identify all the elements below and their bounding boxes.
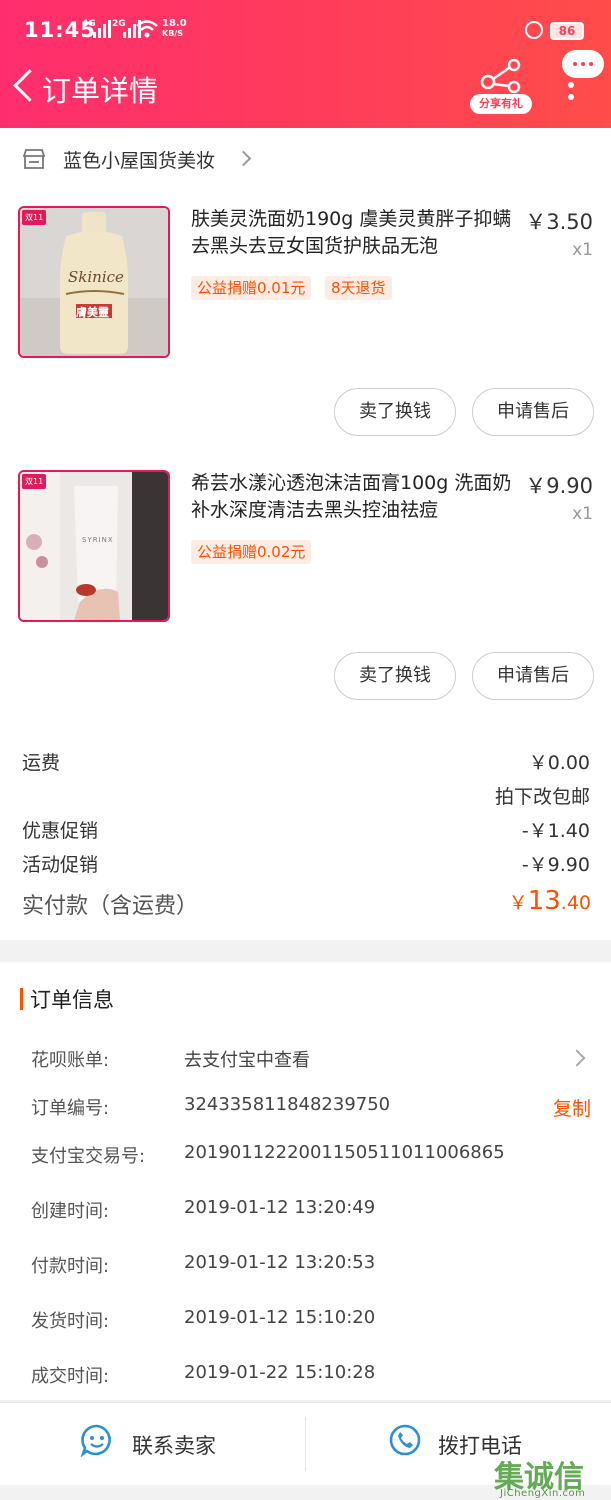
event-row: 活动促销 -￥9.90 (22, 850, 590, 880)
paid-time-row: 付款时间: 2019-01-12 13:20:53 (31, 1252, 591, 1282)
double11-tag: 双11 (22, 210, 47, 225)
product-price: ￥3.50 (525, 210, 593, 234)
order-info-card: 订单信息 花呗账单: 去支付宝中查看 订单编号: 324335811848239… (0, 962, 611, 1400)
order-card: 蓝色小屋国货美妆 双11 Skinice 膚美靈 肤美灵洗面奶190g 虞美灵黄… (0, 128, 611, 940)
shipping-row: 运费 ￥0.00 (22, 748, 590, 778)
info-label: 支付宝交易号: (31, 1146, 146, 1167)
total-decimal: .40 (560, 892, 591, 914)
info-value: 2019-01-22 15:10:28 (184, 1362, 376, 1383)
product-image-text: Skinice (68, 268, 124, 286)
resell-button[interactable]: 卖了换钱 (334, 388, 456, 436)
product-quantity: x1 (572, 240, 593, 260)
shop-icon (22, 149, 46, 169)
info-value: 2019-01-12 13:20:49 (184, 1197, 376, 1218)
event-label: 活动促销 (22, 854, 99, 876)
info-label: 付款时间: (31, 1256, 110, 1277)
product-image-brand: 膚美靈 (76, 306, 109, 319)
shipped-time-row: 发货时间: 2019-01-12 15:10:20 (31, 1307, 591, 1337)
info-value: 去支付宝中查看 (184, 1050, 310, 1071)
order-number-row: 订单编号: 324335811848239750 复制 (31, 1094, 591, 1124)
info-label: 创建时间: (31, 1201, 110, 1222)
completed-time-row: 成交时间: 2019-01-22 15:10:28 (31, 1362, 591, 1392)
double11-tag: 双11 (22, 474, 47, 489)
created-time-row: 创建时间: 2019-01-12 13:20:49 (31, 1197, 591, 1227)
product-quantity: x1 (572, 504, 593, 524)
product-title[interactable]: 希芸水漾沁透泡沫洁面膏100g 洗面奶补水深度清洁去黑头控油祛痘 (191, 470, 517, 524)
info-value: 2019011222001150511011006865 (184, 1142, 505, 1163)
product-thumbnail[interactable]: 双11 Skinice 膚美靈 (18, 206, 170, 358)
message-bubble-icon (562, 50, 604, 78)
total-label: 实付款（含运费） (22, 894, 199, 919)
alarm-icon (525, 21, 543, 39)
battery-indicator: 86 (550, 22, 584, 40)
order-item: 双11 Skinice 膚美靈 肤美灵洗面奶190g 虞美灵黄胖子抑螨去黑头去豆… (0, 192, 611, 456)
info-value: 2019-01-12 15:10:20 (184, 1307, 376, 1328)
shipping-value: ￥0.00 (528, 752, 590, 774)
speed-value: 18.0 (162, 18, 187, 29)
copy-button[interactable]: 复制 (553, 1094, 591, 1121)
product-image-text: SYRINX (82, 536, 114, 544)
resell-button[interactable]: 卖了换钱 (334, 652, 456, 700)
status-bar: 11:45 4G 2G 18.0 KB/S 86 (0, 0, 611, 60)
discount-label: 优惠促销 (22, 820, 99, 842)
info-value: 2019-01-12 13:20:53 (184, 1252, 376, 1273)
info-label: 发货时间: (31, 1311, 110, 1332)
shipping-note: 拍下改包邮 (494, 786, 590, 808)
info-label: 成交时间: (31, 1366, 110, 1387)
share-label: 分享有礼 (470, 94, 532, 114)
section-accent-bar (20, 988, 23, 1010)
product-title[interactable]: 肤美灵洗面奶190g 虞美灵黄胖子抑螨去黑头去豆女国货护肤品无泡 (191, 206, 517, 260)
alipay-trade-row: 支付宝交易号: 2019011222001150511011006865 (31, 1142, 591, 1172)
watermark-sub: JiChengXin.com (500, 1488, 586, 1499)
event-value: -￥9.90 (521, 854, 590, 876)
chevron-right-icon (568, 1049, 586, 1067)
signal-icon (93, 20, 111, 38)
speed-unit: KB/S (162, 29, 183, 38)
total-currency: ￥ (508, 892, 528, 914)
share-gift-button[interactable]: 分享有礼 (470, 58, 532, 116)
watermark-logo: 集诚信 JiChengXin.com (494, 1452, 611, 1500)
info-label: 花呗账单: (31, 1050, 110, 1071)
product-price: ￥9.90 (525, 474, 593, 498)
app-header: 11:45 4G 2G 18.0 KB/S 86 订单详情 分享有礼 (0, 0, 611, 128)
contact-seller-label: 联系卖家 (132, 1434, 216, 1458)
total-amount: ￥13.40 (509, 886, 591, 916)
total-integer: 13 (527, 886, 561, 916)
huabei-bill-row[interactable]: 花呗账单: 去支付宝中查看 (31, 1046, 591, 1076)
shop-name: 蓝色小屋国货美妆 (63, 150, 216, 172)
order-number: 324335811848239750 (184, 1094, 391, 1115)
share-icon (480, 58, 521, 94)
shop-row[interactable]: 蓝色小屋国货美妆 (0, 128, 611, 192)
network-speed: 18.0 KB/S (162, 19, 187, 39)
back-button[interactable] (12, 68, 36, 104)
more-dot-icon (568, 82, 574, 88)
chat-icon (80, 1424, 111, 1457)
more-dot-icon (568, 94, 574, 100)
page-title: 订单详情 (42, 74, 159, 108)
order-info-title: 订单信息 (30, 988, 114, 1012)
wifi-icon (136, 20, 158, 38)
phone-icon (389, 1424, 421, 1456)
more-menu-button[interactable] (560, 50, 606, 102)
order-item: 双11 SYRINX 希芸水漾沁透泡沫洁面膏100g 洗面奶补水深度清洁去黑头控… (0, 456, 611, 720)
after-sale-button[interactable]: 申请售后 (472, 652, 594, 700)
bar-divider (305, 1417, 306, 1471)
charity-badge: 公益捐赠0.01元 (191, 276, 312, 300)
discount-row: 优惠促销 -￥1.40 (22, 816, 590, 846)
return-policy-badge: 8天退货 (325, 276, 392, 300)
contact-seller-button[interactable]: 联系卖家 (80, 1403, 280, 1486)
discount-value: -￥1.40 (521, 820, 590, 842)
shipping-label: 运费 (22, 752, 61, 774)
after-sale-button[interactable]: 申请售后 (472, 388, 594, 436)
product-thumbnail[interactable]: 双11 SYRINX (18, 470, 170, 622)
info-label: 订单编号: (31, 1098, 110, 1119)
shipping-note-row: 拍下改包邮 (22, 782, 590, 812)
chevron-right-icon (235, 150, 252, 167)
charity-badge: 公益捐赠0.02元 (191, 540, 312, 564)
